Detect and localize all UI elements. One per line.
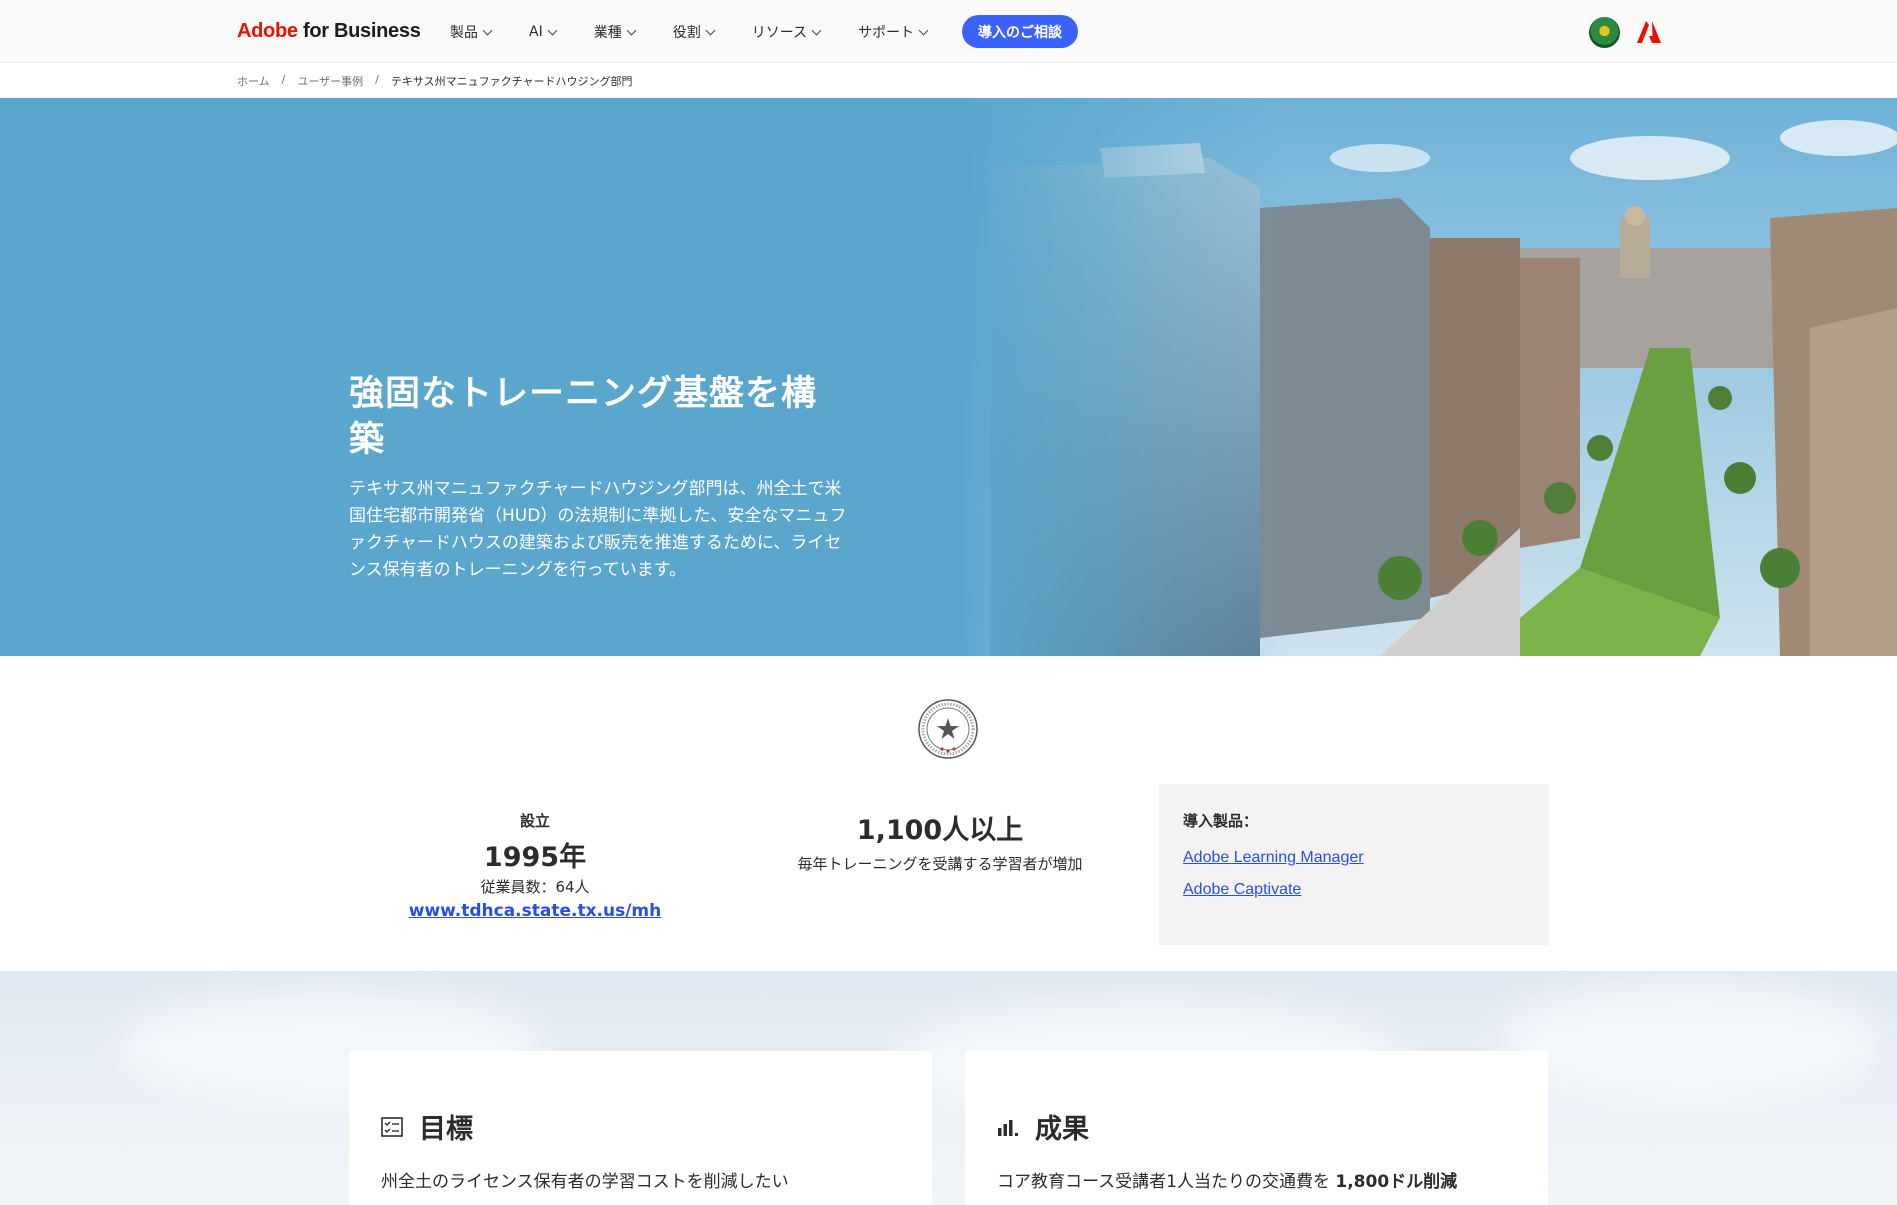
chevron-down-icon <box>705 25 716 35</box>
menu-resources[interactable]: リソース <box>751 22 822 42</box>
learners-stat: 1,100人以上 毎年トレーニングを受講する学習者が増加 <box>770 808 1110 874</box>
result-text-highlight: 1,800ドル削減 <box>1335 1172 1458 1192</box>
contact-sales-button[interactable]: 導入のご相談 <box>962 15 1078 48</box>
result-card: 成果 コア教育コース受講者1人当たりの交通費を 1,800ドル削減 <box>965 1051 1548 1205</box>
result-title: 成果 <box>1035 1114 1089 1145</box>
chevron-down-icon <box>918 25 929 35</box>
hero-banner: 強固なトレーニング基盤を構築 テキサス州マニュファクチャードハウジング部門は、州… <box>0 98 1897 656</box>
city-campus-image <box>960 98 1897 656</box>
chevron-down-icon <box>811 25 822 35</box>
brand-prefix: Adobe <box>237 20 298 42</box>
breadcrumb: ホーム / ユーザー事例 / テキサス州マニュファクチャードハウジング部門 <box>237 73 633 89</box>
adobe-icon[interactable] <box>1637 21 1661 43</box>
chevron-down-icon <box>626 25 637 35</box>
menu-ai[interactable]: AI <box>529 22 558 42</box>
chevron-down-icon <box>482 25 493 35</box>
goals-results-section: 目標 州全土のライセンス保有者の学習コストを削減したい 成果 コア教育コース受講… <box>0 971 1897 1205</box>
menu-label: 役割 <box>672 25 701 41</box>
founded-label: 設立 <box>519 812 550 830</box>
menu-industries[interactable]: 業種 <box>593 22 637 42</box>
menu-support[interactable]: サポート <box>858 22 929 42</box>
learners-description: 毎年トレーニングを受講する学習者が増加 <box>797 855 1083 873</box>
menu-label: 業種 <box>593 25 622 41</box>
cloud-decoration <box>1500 981 1880 1101</box>
goal-title: 目標 <box>419 1114 473 1145</box>
founded-year: 1995年 <box>483 842 587 873</box>
top-nav: Adobe for Business 製品 AI 業種 役割 リソース サポート… <box>0 0 1897 63</box>
menu-label: 製品 <box>450 25 478 41</box>
website-link[interactable]: www.tdhca.state.tx.us/mh <box>409 901 662 921</box>
breadcrumb-separator: / <box>281 73 286 86</box>
checklist-icon <box>381 1116 403 1137</box>
products-panel: 導入製品： Adobe Learning Manager Adobe Capti… <box>1159 784 1549 945</box>
hero-title: 強固なトレーニング基盤を構築 <box>349 374 818 460</box>
adobe-for-business-logo[interactable]: Adobe for Business <box>237 20 421 43</box>
product-link-learning-manager[interactable]: Adobe Learning Manager <box>1183 849 1525 867</box>
menu-label: リソース <box>751 25 808 41</box>
menu-label: サポート <box>858 25 915 41</box>
founded-stat: 設立 1995年 従業員数：64人 www.tdhca.state.tx.us/… <box>380 810 690 921</box>
hero-description: テキサス州マニュファクチャードハウジング部門は、州全土で米国住宅都市開発省（HU… <box>349 479 847 580</box>
menu-label: AI <box>529 24 543 40</box>
breadcrumb-current: テキサス州マニュファクチャードハウジング部門 <box>390 75 633 88</box>
result-text: コア教育コース受講者1人当たりの交通費を 1,800ドル削減 <box>997 1167 1457 1192</box>
breadcrumb-separator: / <box>375 73 379 86</box>
main-menu: 製品 AI 業種 役割 リソース サポート <box>450 22 965 42</box>
result-text-prefix: コア教育コース受講者1人当たりの交通費を <box>997 1172 1336 1192</box>
product-link-captivate[interactable]: Adobe Captivate <box>1183 881 1525 899</box>
tdhca-seal-logo <box>918 699 978 759</box>
menu-products[interactable]: 製品 <box>450 22 493 42</box>
goal-card: 目標 州全土のライセンス保有者の学習コストを削減したい <box>349 1051 932 1205</box>
breadcrumb-home[interactable]: ホーム <box>237 73 270 89</box>
chevron-down-icon <box>547 25 558 35</box>
brand-suffix: for Business <box>297 20 421 42</box>
goal-text: 州全土のライセンス保有者の学習コストを削減したい <box>381 1172 789 1192</box>
products-title: 導入製品： <box>1183 812 1259 830</box>
learners-count: 1,100人以上 <box>856 815 1024 846</box>
employee-count: 従業員数：64人 <box>480 878 590 896</box>
user-avatar[interactable] <box>1589 17 1620 48</box>
menu-roles[interactable]: 役割 <box>672 22 716 42</box>
breadcrumb-customer-stories[interactable]: ユーザー事例 <box>297 73 363 89</box>
bar-chart-icon <box>998 1119 1018 1136</box>
